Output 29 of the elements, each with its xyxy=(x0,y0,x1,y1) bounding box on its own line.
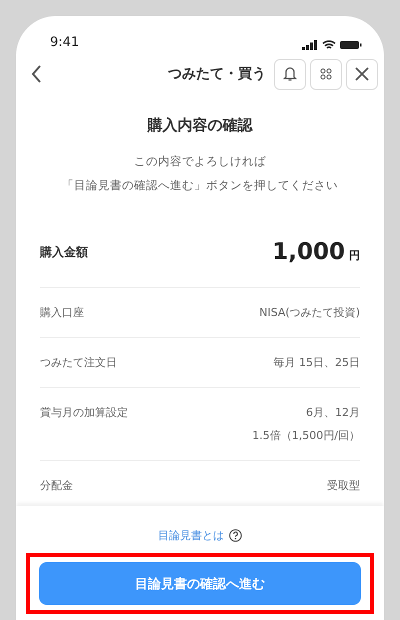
close-icon xyxy=(355,67,369,81)
prospectus-link[interactable]: 目論見書とは xyxy=(158,528,224,543)
page-heading: 購入内容の確認 xyxy=(146,116,254,135)
currency-unit: 円 xyxy=(349,248,360,263)
screen-title: つみたて・買う xyxy=(167,65,267,83)
instruction-text: この内容でよろしければ xyxy=(133,153,267,170)
close-button[interactable] xyxy=(346,58,378,90)
wifi-icon xyxy=(322,40,336,50)
row-label: つみたて注文日 xyxy=(40,355,117,370)
row-value: 6月、12月 xyxy=(306,405,360,420)
row-label: 分配金 xyxy=(40,478,73,493)
bell-icon xyxy=(283,66,297,82)
row-value: 毎月 15日、25日 xyxy=(274,355,360,370)
signal-icon xyxy=(302,40,318,50)
row-label: 購入口座 xyxy=(40,305,84,320)
grid-icon xyxy=(320,68,332,80)
menu-button[interactable] xyxy=(310,58,342,90)
status-time: 9:41 xyxy=(50,35,80,50)
row-value: 1.5倍（1,500円/回） xyxy=(252,428,360,443)
amount-label: 購入金額 xyxy=(40,244,88,260)
amount-value: 1,000 xyxy=(272,239,345,265)
row-label: 賞与月の加算設定 xyxy=(40,405,128,421)
proceed-button[interactable]: 目論見書の確認へ進む xyxy=(39,562,361,605)
row-value: 受取型 xyxy=(327,478,360,493)
help-icon[interactable] xyxy=(229,529,242,542)
instruction-text: 「目論見書の確認へ進む」ボタンを押してください xyxy=(61,177,339,194)
row-value: NISA(つみたて投資) xyxy=(259,305,360,320)
battery-icon xyxy=(340,40,362,50)
notification-button[interactable] xyxy=(274,58,306,90)
